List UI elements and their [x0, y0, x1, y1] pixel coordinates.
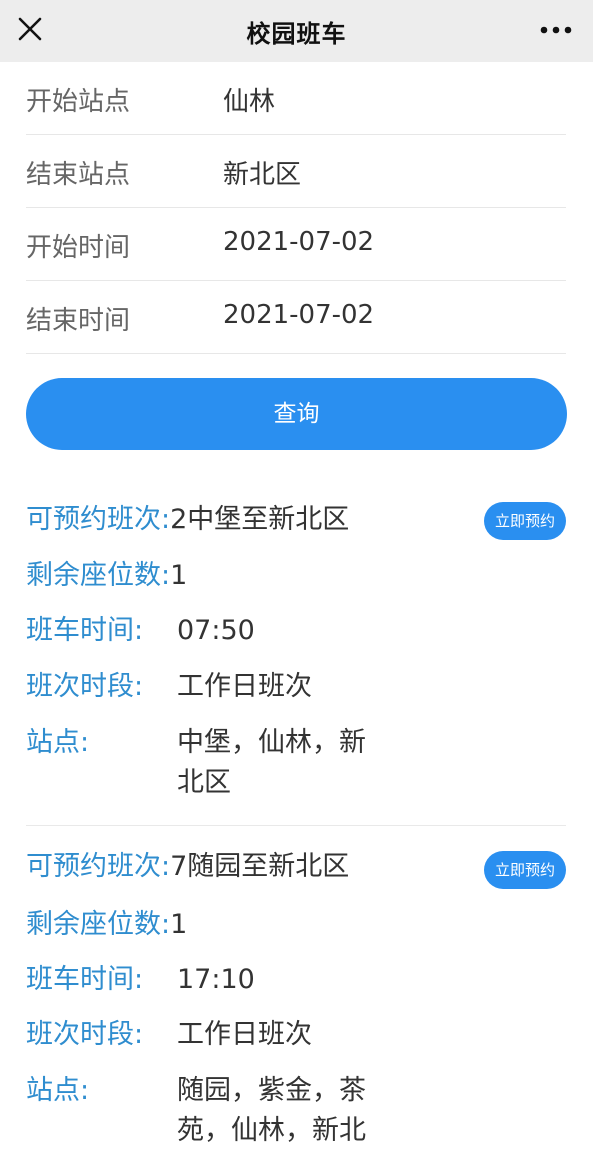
more-icon[interactable] — [539, 22, 573, 36]
page-title: 校园班车 — [246, 20, 347, 48]
seats-line: 剩余座位数:1 — [26, 556, 187, 596]
period-label: 班次时段: — [26, 1019, 144, 1050]
end-time-label: 结束时间 — [26, 306, 131, 336]
reserve-button[interactable]: 立即预约 — [484, 502, 566, 540]
end-time-field[interactable]: 结束时间 2021-07-02 — [26, 281, 566, 354]
route-line: 可预约班次:7随园至新北区 — [26, 847, 349, 887]
time-label: 班车时间: — [26, 615, 144, 646]
period-value: 工作日班次 — [177, 1019, 312, 1050]
route-line: 可预约班次:2中堡至新北区 — [26, 500, 349, 540]
route-label: 可预约班次: — [26, 504, 171, 535]
stops-value: 随园，紫金，茶苑，仙林，新北 — [177, 1075, 366, 1146]
seats-value: 1 — [170, 560, 188, 591]
seats-label: 剩余座位数: — [26, 560, 171, 591]
stops-value: 中堡，仙林，新北区 — [177, 727, 366, 798]
stops-label: 站点: — [26, 1075, 90, 1106]
period-label: 班次时段: — [26, 671, 144, 702]
seats-label: 剩余座位数: — [26, 909, 171, 940]
start-station-field[interactable]: 开始站点 仙林 — [26, 62, 566, 135]
top-bar: 校园班车 — [0, 0, 593, 62]
reserve-button[interactable]: 立即预约 — [484, 851, 566, 889]
end-station-label: 结束站点 — [26, 160, 131, 190]
start-time-label: 开始时间 — [26, 233, 131, 263]
seats-value: 1 — [170, 909, 188, 940]
start-station-label: 开始站点 — [26, 87, 131, 117]
time-label: 班车时间: — [26, 964, 144, 995]
search-form: 开始站点 仙林 结束站点 新北区 开始时间 2021-07-02 结束时间 20… — [26, 62, 566, 354]
start-time-value[interactable]: 2021-07-02 — [223, 227, 374, 257]
route-label: 可预约班次: — [26, 851, 171, 882]
result-card: 可预约班次:2中堡至新北区 立即预约 剩余座位数:1 班车时间: 07:50 班… — [26, 498, 566, 826]
route-value: 2中堡至新北区 — [170, 504, 350, 535]
query-button[interactable]: 查询 — [26, 378, 567, 450]
time-value: 07:50 — [177, 615, 255, 646]
result-card: 可预约班次:7随园至新北区 立即预约 剩余座位数:1 班车时间: 17:10 班… — [26, 845, 566, 1150]
start-time-field[interactable]: 开始时间 2021-07-02 — [26, 208, 566, 281]
stops-label: 站点: — [26, 727, 90, 758]
time-value: 17:10 — [177, 964, 255, 995]
end-station-field[interactable]: 结束站点 新北区 — [26, 135, 566, 208]
start-station-value[interactable]: 仙林 — [223, 81, 275, 118]
end-station-value[interactable]: 新北区 — [223, 154, 301, 191]
period-value: 工作日班次 — [177, 671, 312, 702]
seats-line: 剩余座位数:1 — [26, 905, 187, 945]
route-value: 7随园至新北区 — [170, 851, 350, 882]
end-time-value[interactable]: 2021-07-02 — [223, 300, 374, 330]
